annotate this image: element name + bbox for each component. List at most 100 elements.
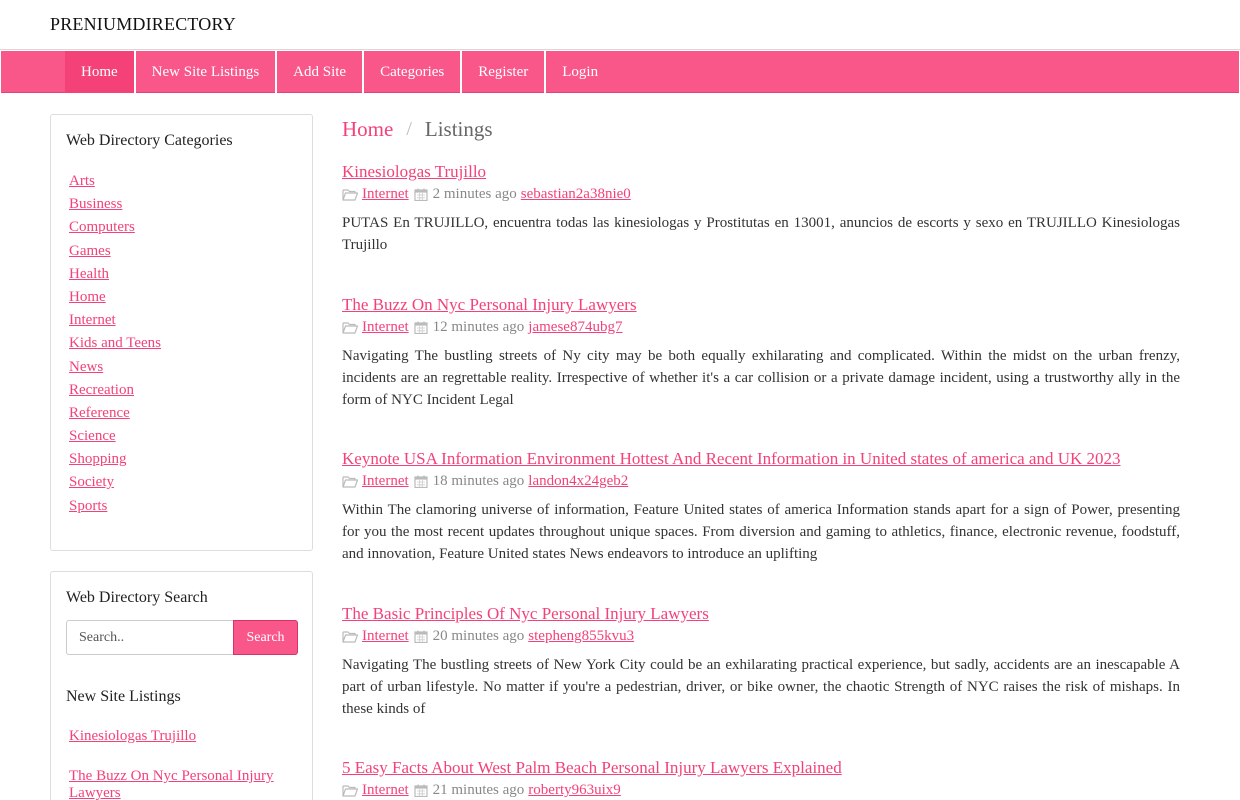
new-listing-link[interactable]: The Buzz On Nyc Personal Injury Lawyers [69, 768, 274, 800]
category-link-society[interactable]: Society [69, 474, 114, 490]
main-navbar: Home New Site Listings Add Site Categori… [1, 51, 1239, 93]
new-listings-list: Kinesiologas Trujillo The Buzz On Nyc Pe… [69, 728, 294, 800]
calendar-icon [414, 321, 428, 334]
listing-author-link[interactable]: roberty963uix9 [528, 780, 620, 800]
list-item: Arts [69, 171, 161, 194]
listing-title-link[interactable]: Kinesiologas Trujillo [342, 161, 486, 183]
category-link-health[interactable]: Health [69, 266, 109, 282]
nav-login[interactable]: Login [546, 51, 614, 93]
category-link-internet[interactable]: Internet [69, 312, 116, 328]
listing-title-link[interactable]: 5 Easy Facts About West Palm Beach Perso… [342, 757, 842, 779]
search-form: Search [66, 620, 298, 655]
listing-item: The Buzz On Nyc Personal Injury Lawyers … [342, 294, 1180, 411]
listing-item: 5 Easy Facts About West Palm Beach Perso… [342, 757, 1180, 800]
listing-item: Kinesiologas Trujillo Internet 2 minutes… [342, 161, 1180, 256]
listing-title-link[interactable]: The Buzz On Nyc Personal Injury Lawyers [342, 294, 637, 316]
listing-meta: Internet 18 minutes ago landon4x24geb2 [342, 471, 1180, 491]
listing-time: 2 minutes ago [432, 186, 517, 202]
nav-categories[interactable]: Categories [364, 51, 463, 93]
search-panel: Web Directory Search Search New Site Lis… [50, 571, 313, 800]
category-link-science[interactable]: Science [69, 428, 116, 444]
search-button[interactable]: Search [233, 620, 298, 655]
nav-items: Home New Site Listings Add Site Categori… [65, 51, 614, 93]
category-link-recreation[interactable]: Recreation [69, 382, 134, 398]
category-link-kids-and-teens[interactable]: Kids and Teens [69, 335, 161, 351]
category-link-business[interactable]: Business [69, 196, 122, 212]
listing-author-link[interactable]: landon4x24geb2 [528, 471, 628, 491]
listing-description: PUTAS En TRUJILLO, encuentra todas las k… [342, 215, 1180, 253]
listing-category-link[interactable]: Internet [362, 780, 409, 800]
breadcrumb-current: Listings [424, 117, 493, 141]
breadcrumb: Home / Listings [342, 117, 493, 142]
list-item: Computers [69, 217, 161, 240]
new-listings-title: New Site Listings [66, 688, 181, 705]
nav-register[interactable]: Register [462, 51, 547, 93]
listing-author-link[interactable]: sebastian2a38nie0 [521, 184, 631, 204]
listing-time: 12 minutes ago [432, 319, 525, 335]
category-link-home[interactable]: Home [69, 289, 106, 305]
listing-title-link[interactable]: The Basic Principles Of Nyc Personal Inj… [342, 603, 709, 625]
folder-icon [342, 321, 358, 334]
listing-description: Navigating The bustling streets of New Y… [342, 657, 1180, 717]
category-link-sports[interactable]: Sports [69, 498, 107, 514]
folder-icon [342, 475, 358, 488]
listing-author-link[interactable]: jamese874ubg7 [528, 317, 622, 337]
calendar-icon [414, 784, 428, 797]
listing-meta: Internet 21 minutes ago roberty963uix9 [342, 780, 1180, 800]
list-item: Reference [69, 403, 161, 426]
nav-home[interactable]: Home [65, 51, 136, 93]
listing-time: 18 minutes ago [432, 473, 525, 489]
site-brand[interactable]: PRENIUMDIRECTORY [50, 14, 236, 35]
calendar-icon [414, 188, 428, 201]
folder-icon [342, 630, 358, 643]
nav-add-site[interactable]: Add Site [277, 51, 365, 93]
category-link-games[interactable]: Games [69, 243, 111, 259]
listing-category-link[interactable]: Internet [362, 184, 409, 204]
category-link-shopping[interactable]: Shopping [69, 451, 127, 467]
list-item: Health [69, 264, 161, 287]
category-link-computers[interactable]: Computers [69, 219, 135, 235]
category-link-news[interactable]: News [69, 359, 103, 375]
calendar-icon [414, 475, 428, 488]
listing-author-link[interactable]: stepheng855kvu3 [528, 626, 634, 646]
listing-time: 21 minutes ago [432, 782, 525, 798]
list-item: Kids and Teens [69, 333, 161, 356]
list-item: Internet [69, 310, 161, 333]
list-item: Science [69, 426, 161, 449]
list-item: News [69, 357, 161, 380]
categories-panel: Web Directory Categories Arts Business C… [50, 114, 313, 551]
listing-category-link[interactable]: Internet [362, 626, 409, 646]
calendar-icon [414, 630, 428, 643]
listing-category-link[interactable]: Internet [362, 317, 409, 337]
list-item: The Buzz On Nyc Personal Injury Lawyers [69, 768, 294, 800]
list-item: Recreation [69, 380, 161, 403]
listing-item: The Basic Principles Of Nyc Personal Inj… [342, 603, 1180, 720]
listing-description: Within The clamoring universe of informa… [342, 502, 1180, 562]
list-item: Sports [69, 496, 161, 519]
listing-title-link[interactable]: Keynote USA Information Environment Hott… [342, 448, 1121, 470]
new-listing-link[interactable]: Kinesiologas Trujillo [69, 728, 196, 744]
list-item: Games [69, 241, 161, 264]
listing-meta: Internet 2 minutes ago sebastian2a38nie0 [342, 184, 1180, 204]
list-item: Home [69, 287, 161, 310]
category-link-reference[interactable]: Reference [69, 405, 130, 421]
listing-meta: Internet 12 minutes ago jamese874ubg7 [342, 317, 1180, 337]
breadcrumb-home[interactable]: Home [342, 117, 393, 142]
listing-item: Keynote USA Information Environment Hott… [342, 448, 1180, 565]
list-item: Shopping [69, 449, 161, 472]
listing-meta: Internet 20 minutes ago stepheng855kvu3 [342, 626, 1180, 646]
nav-new-site-listings[interactable]: New Site Listings [136, 51, 278, 93]
listing-description: Navigating The bustling streets of Ny ci… [342, 348, 1180, 408]
listing-time: 20 minutes ago [432, 628, 525, 644]
list-item: Kinesiologas Trujillo [69, 728, 294, 745]
search-title: Web Directory Search [66, 589, 208, 606]
categories-title: Web Directory Categories [66, 132, 233, 149]
folder-icon [342, 188, 358, 201]
listing-category-link[interactable]: Internet [362, 471, 409, 491]
category-link-arts[interactable]: Arts [69, 173, 95, 189]
list-item: Society [69, 472, 161, 495]
category-list: Arts Business Computers Games Health Hom… [69, 171, 161, 519]
breadcrumb-separator: / [406, 118, 412, 140]
search-input[interactable] [66, 620, 233, 655]
list-item: Business [69, 194, 161, 217]
